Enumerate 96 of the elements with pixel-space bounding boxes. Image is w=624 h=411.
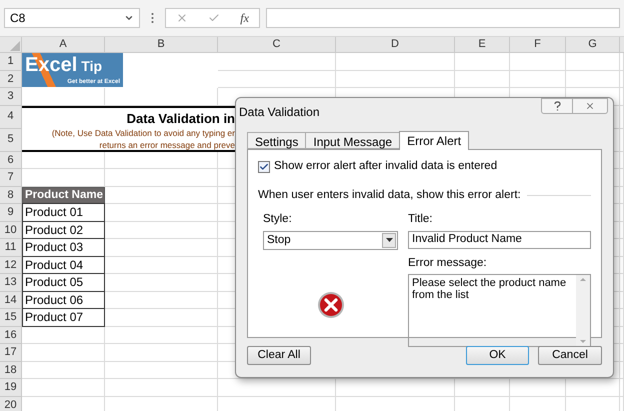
table-cell: Product 05 <box>22 273 105 292</box>
title-field[interactable]: Invalid Product Name <box>408 230 591 249</box>
grid-cell[interactable] <box>620 53 624 70</box>
close-icon <box>585 101 595 111</box>
row-header[interactable]: 6 <box>0 152 22 169</box>
column-header[interactable]: C <box>218 37 336 53</box>
row-header[interactable]: 8 <box>0 186 22 204</box>
corner-triangle-icon <box>10 41 20 51</box>
style-label: Style: <box>263 212 293 226</box>
grid-cell[interactable] <box>455 70 510 88</box>
dialog-button[interactable]: Cancel <box>538 346 602 365</box>
row-header[interactable]: 15 <box>0 309 22 326</box>
dropdown-icon <box>386 238 392 242</box>
row-header[interactable]: 14 <box>0 292 22 309</box>
grid-cell[interactable] <box>510 70 566 88</box>
scroll-down-icon[interactable] <box>580 340 586 343</box>
error-message-label: Error message: <box>408 256 488 271</box>
dialog-tab[interactable]: Input Message <box>305 132 400 149</box>
grid-cell[interactable] <box>455 53 510 70</box>
grid-cell[interactable] <box>566 379 620 396</box>
insert-function-button[interactable]: fx <box>240 9 249 27</box>
dialog-title: Data Validation <box>239 104 320 121</box>
heading-title: Data Validation in <box>126 110 235 126</box>
column-header[interactable]: D <box>336 37 455 53</box>
select-all-corner[interactable] <box>0 37 22 53</box>
style-dropdown[interactable]: Stop <box>263 230 398 250</box>
table-cell: Product 03 <box>22 238 105 256</box>
cancel-icon[interactable] <box>176 12 188 24</box>
grid-cell[interactable] <box>22 362 105 379</box>
title-label: Title: <box>408 212 434 226</box>
dialog-button[interactable]: OK <box>466 346 529 365</box>
checkmark-icon <box>259 162 269 172</box>
grid-cell[interactable] <box>218 70 336 88</box>
logo-word: Tip <box>81 57 102 76</box>
grid-cell[interactable] <box>620 379 624 396</box>
dialog-button[interactable]: Clear All <box>247 346 311 365</box>
grid-cell[interactable] <box>566 53 620 70</box>
dropdown-icon <box>124 13 134 23</box>
table-cell: Product 01 <box>22 203 105 222</box>
enter-icon[interactable] <box>208 12 220 24</box>
column-header[interactable]: B <box>105 37 218 53</box>
row-header[interactable]: 10 <box>0 222 22 239</box>
drag-handle-icon <box>151 12 154 24</box>
row-header[interactable]: 11 <box>0 239 22 256</box>
grid-cell[interactable] <box>105 326 218 344</box>
grid-cell[interactable] <box>455 379 510 396</box>
grid-cell[interactable] <box>510 379 566 396</box>
row-header[interactable]: 17 <box>0 344 22 362</box>
grid-cell[interactable] <box>620 70 624 88</box>
row-header[interactable]: 20 <box>0 396 22 411</box>
column-header[interactable]: G <box>566 37 620 53</box>
grid-cell[interactable] <box>336 379 455 396</box>
row-header[interactable]: 2 <box>0 70 22 88</box>
row-header[interactable]: 18 <box>0 362 22 379</box>
table-cell: Product 07 <box>22 308 105 326</box>
column-header[interactable]: A <box>22 37 105 53</box>
formula-input[interactable] <box>266 8 620 28</box>
grid-cell[interactable] <box>22 379 105 396</box>
row-header[interactable]: 13 <box>0 274 22 292</box>
row-header[interactable]: 4 <box>0 106 22 128</box>
column-header[interactable]: F <box>510 37 566 53</box>
heading-note: returns an error message and preve <box>99 138 235 150</box>
help-icon <box>554 101 560 111</box>
error-icon <box>316 291 344 320</box>
grid-cell[interactable] <box>105 344 218 362</box>
grid-cell[interactable] <box>336 70 455 88</box>
group-label: When user enters invalid data, show this error alert: <box>258 188 521 204</box>
row-header[interactable]: 19 <box>0 379 22 396</box>
dialog-tab[interactable]: Error Alert <box>399 131 470 150</box>
column-header[interactable]: E <box>455 37 510 53</box>
row-header[interactable]: 16 <box>0 326 22 344</box>
grid-cell[interactable] <box>105 362 218 379</box>
grid-cell[interactable] <box>620 396 624 411</box>
grid-cell[interactable] <box>510 53 566 70</box>
grid-cell[interactable] <box>218 379 336 396</box>
scroll-up-icon[interactable] <box>580 278 586 281</box>
show-alert-checkbox[interactable]: Show error alert after invalid data is entered <box>258 158 591 176</box>
row-header[interactable]: 12 <box>0 256 22 274</box>
row-header[interactable]: 9 <box>0 204 22 222</box>
grid-cell[interactable] <box>22 344 105 362</box>
row-header[interactable]: 3 <box>0 88 22 106</box>
row-header[interactable]: 5 <box>0 128 22 152</box>
name-box[interactable]: C8 <box>4 8 140 28</box>
grid-cell[interactable] <box>566 70 620 88</box>
error-message-field[interactable]: Please select the product name from the list <box>408 274 591 347</box>
grid-cell[interactable] <box>336 53 455 70</box>
grid-cell[interactable] <box>105 169 218 186</box>
row-header[interactable]: 1 <box>0 53 22 70</box>
scrollbar[interactable] <box>576 275 590 346</box>
heading-note: (Note, Use Data Validation to avoid any typing er <box>52 126 235 138</box>
help-button[interactable] <box>541 98 573 114</box>
grid-cell[interactable] <box>218 53 336 70</box>
row-header[interactable]: 7 <box>0 169 22 186</box>
grid-cell[interactable] <box>105 379 218 396</box>
dialog-tab[interactable]: Settings <box>247 132 306 149</box>
grid-cell[interactable] <box>620 88 624 106</box>
